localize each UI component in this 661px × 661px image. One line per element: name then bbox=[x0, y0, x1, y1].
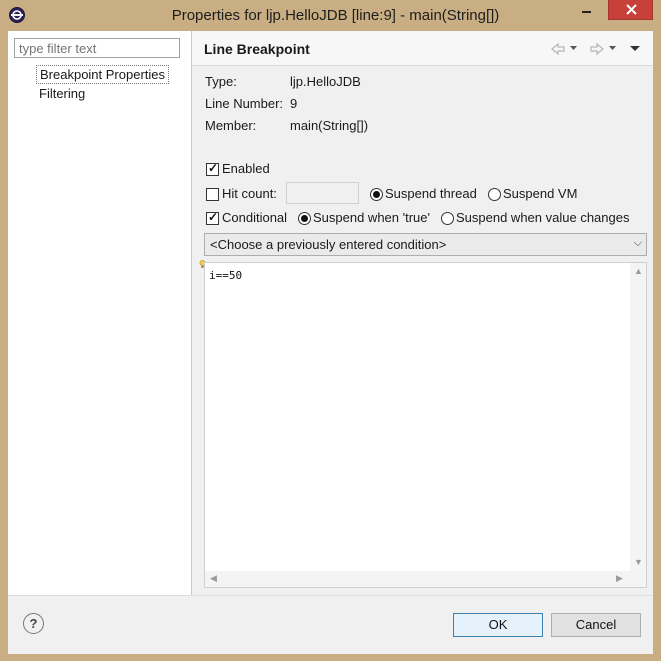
suspend-when-changes-label[interactable]: Suspend when value changes bbox=[456, 210, 629, 225]
radio-dot bbox=[373, 191, 380, 198]
dropdown-icon[interactable] bbox=[608, 44, 617, 52]
scroll-right-icon[interactable]: ▶ bbox=[616, 573, 623, 584]
dialog-button-bar: ? OK Cancel bbox=[8, 595, 653, 654]
filter-input[interactable] bbox=[14, 38, 180, 58]
suspend-vm-radio[interactable] bbox=[488, 188, 501, 201]
enabled-label[interactable]: Enabled bbox=[222, 161, 270, 176]
condition-history-combo[interactable]: <Choose a previously entered condition> … bbox=[204, 233, 647, 256]
hit-count-label[interactable]: Hit count: bbox=[222, 186, 277, 201]
suspend-when-true-label[interactable]: Suspend when 'true' bbox=[313, 210, 430, 225]
conditional-checkbox[interactable]: ✓ bbox=[206, 210, 219, 225]
type-label: Type: bbox=[205, 74, 237, 89]
scroll-up-icon[interactable]: ▲ bbox=[634, 266, 643, 276]
suspend-thread-label[interactable]: Suspend thread bbox=[385, 186, 477, 201]
member-value: main(String[]) bbox=[290, 118, 369, 133]
properties-dialog: Properties for ljp.HelloJDB [line:9] - m… bbox=[0, 0, 661, 661]
page-header: Line Breakpoint bbox=[192, 31, 653, 66]
minimize-button[interactable] bbox=[573, 0, 600, 20]
chevron-down-icon: ⌵ bbox=[633, 237, 642, 249]
cancel-button[interactable]: Cancel bbox=[551, 613, 641, 637]
scroll-down-icon[interactable]: ▼ bbox=[634, 557, 643, 567]
properties-page: Line Breakpoint Type: ljp.HelloJDB Line … bbox=[192, 31, 653, 595]
tree-item-breakpoint-properties[interactable]: Breakpoint Properties bbox=[36, 65, 170, 84]
suspend-vm-label[interactable]: Suspend VM bbox=[503, 186, 577, 201]
vertical-scrollbar[interactable]: ▲ ▼ bbox=[630, 263, 646, 572]
suspend-when-changes-radio[interactable] bbox=[441, 212, 454, 225]
back-arrow-icon[interactable] bbox=[550, 42, 566, 56]
line-number-value: 9 bbox=[290, 96, 298, 111]
dropdown-icon[interactable] bbox=[569, 44, 578, 52]
condition-history-text: <Choose a previously entered condition> bbox=[210, 237, 447, 252]
window-title: Properties for ljp.HelloJDB [line:9] - m… bbox=[171, 7, 500, 24]
help-icon[interactable]: ? bbox=[23, 613, 44, 634]
tree-item-filtering[interactable]: Filtering bbox=[36, 85, 88, 102]
condition-text[interactable]: i==50 bbox=[209, 269, 242, 282]
dialog-client-area: Breakpoint Properties Filtering Line Bre… bbox=[8, 31, 653, 654]
scroll-left-icon[interactable]: ◀ bbox=[210, 573, 217, 584]
line-number-label: Line Number: bbox=[205, 96, 284, 111]
scrollbar-corner bbox=[630, 571, 646, 587]
condition-editor[interactable]: i==50 ▲ ▼ ◀ ▶ bbox=[204, 262, 647, 588]
type-value: ljp.HelloJDB bbox=[290, 74, 361, 89]
member-label: Member: bbox=[205, 118, 257, 133]
forward-arrow-icon[interactable] bbox=[589, 42, 605, 56]
suspend-thread-radio[interactable] bbox=[370, 188, 383, 201]
checkmark-icon: ✓ bbox=[208, 210, 219, 224]
hit-count-checkbox[interactable] bbox=[206, 188, 219, 201]
conditional-label[interactable]: Conditional bbox=[222, 210, 287, 225]
hit-count-input[interactable] bbox=[286, 182, 359, 204]
radio-dot bbox=[301, 215, 308, 222]
title-bar[interactable]: Properties for ljp.HelloJDB [line:9] - m… bbox=[0, 0, 661, 30]
enabled-checkbox[interactable]: ✓ bbox=[206, 161, 219, 176]
ok-button[interactable]: OK bbox=[453, 613, 543, 637]
minimize-icon bbox=[582, 11, 591, 13]
close-icon bbox=[626, 4, 637, 15]
page-title: Line Breakpoint bbox=[204, 41, 310, 57]
view-menu-icon[interactable] bbox=[629, 43, 641, 53]
page-tree-pane: Breakpoint Properties Filtering bbox=[8, 31, 192, 595]
close-button[interactable] bbox=[608, 0, 653, 20]
horizontal-scrollbar[interactable]: ◀ ▶ bbox=[205, 571, 630, 587]
checkmark-icon: ✓ bbox=[208, 161, 219, 175]
suspend-when-true-radio[interactable] bbox=[298, 212, 311, 225]
